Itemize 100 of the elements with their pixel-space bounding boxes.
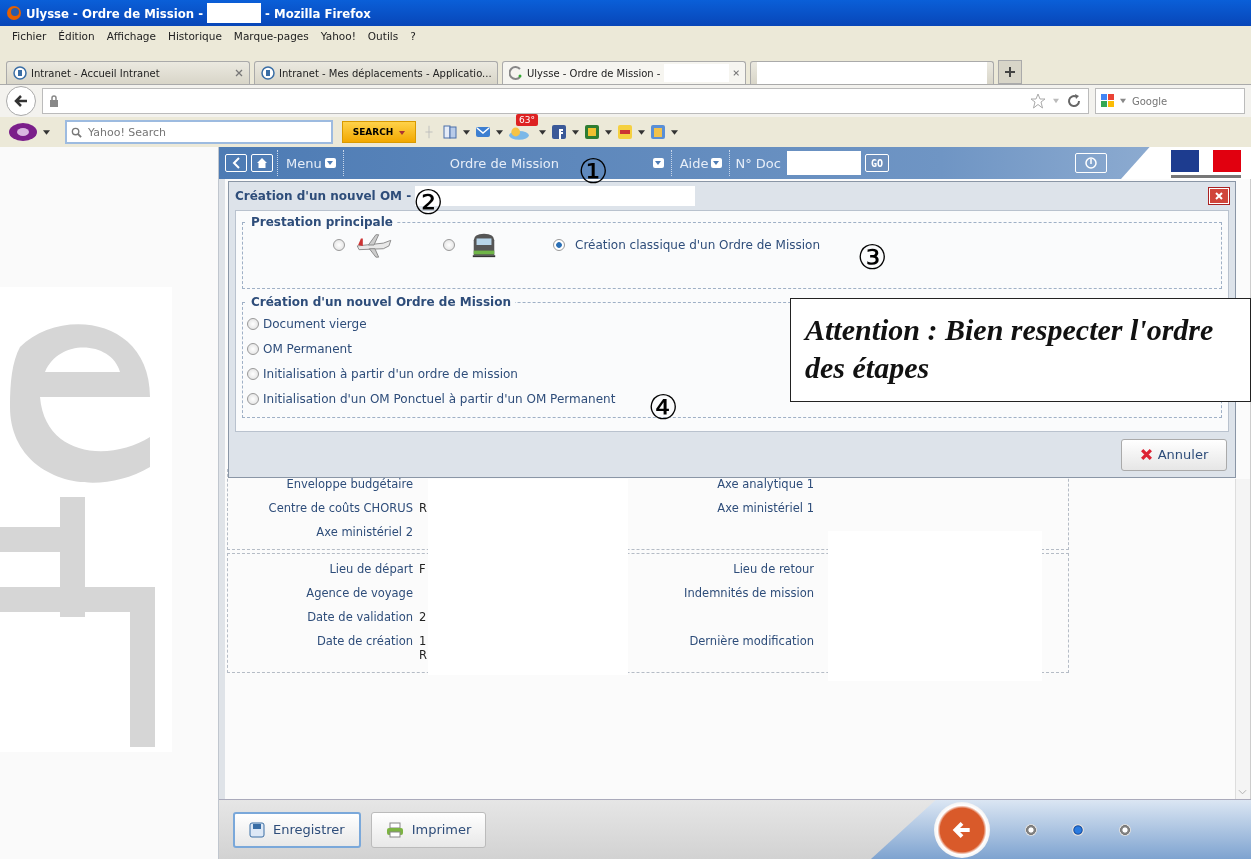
power-button[interactable] [1075, 153, 1107, 173]
power-icon [1085, 157, 1097, 169]
menu-item[interactable]: Yahoo! [314, 30, 362, 42]
new-tab-button[interactable] [998, 60, 1022, 84]
radio-button[interactable] [247, 342, 259, 355]
section-legend: Création d'un nouvel Ordre de Mission [247, 295, 515, 309]
book-icon[interactable] [442, 124, 458, 140]
globe-icon [261, 66, 275, 80]
window-title: Ulysse - Ordre de Mission - [26, 5, 204, 21]
print-button[interactable]: Imprimer [370, 811, 487, 848]
option-label[interactable]: Initialisation à partir d'un ordre de mission [263, 366, 518, 381]
dropdown-icon[interactable] [43, 129, 50, 135]
radio-button[interactable] [553, 239, 565, 251]
option-label[interactable]: Création classique d'un Ordre de Mission [575, 238, 820, 252]
close-icon[interactable] [732, 69, 739, 77]
yahoo-logo-icon[interactable] [8, 122, 38, 142]
field-label: Lieu de départ [328, 562, 413, 576]
dropdown-icon[interactable] [463, 129, 470, 135]
chevron-left-icon [231, 157, 241, 169]
radio-button[interactable] [443, 239, 455, 251]
back-arrow-icon [13, 93, 29, 109]
browser-logo-icon [6, 5, 22, 21]
radio-button[interactable] [247, 392, 259, 405]
printer-icon [385, 821, 404, 838]
section-legend: Prestation principale [247, 215, 397, 229]
option-label[interactable]: Initialisation d'un OM Ponctuel à partir d'un OM Permanent [263, 391, 616, 406]
home-icon [256, 157, 268, 169]
url-field[interactable] [42, 88, 1089, 114]
cross-icon [1139, 448, 1153, 461]
field-label: Centre de coûts CHORUS [267, 501, 413, 515]
temperature-badge: 63° [516, 114, 538, 126]
page-dot[interactable] [1119, 823, 1131, 836]
dropdown-icon[interactable] [572, 129, 579, 135]
loading-icon [509, 66, 523, 80]
doc-number-field[interactable] [786, 151, 861, 175]
menu-item[interactable]: Outils [361, 30, 405, 42]
page-dot[interactable] [1072, 823, 1084, 836]
dialog-title: Création d'un nouvel OM - [235, 189, 412, 203]
social-icon[interactable] [551, 124, 567, 140]
dropdown-icon[interactable] [671, 129, 678, 135]
field-label: Agence de voyage [305, 586, 413, 600]
search-field[interactable]: Yahoo! Search [65, 120, 333, 144]
page-dot[interactable] [1025, 823, 1037, 836]
airplane-icon [355, 231, 393, 259]
close-icon [1214, 191, 1224, 201]
field-label: Date de validation [306, 610, 413, 624]
search-field[interactable]: Google [1095, 88, 1245, 114]
search-icon [71, 126, 82, 138]
menu-item[interactable]: Historique [162, 30, 228, 42]
scrollbar[interactable] [1235, 479, 1250, 799]
callout-note: Attention : Bien respecter l'ordre des étapes [790, 298, 1251, 402]
cancel-button[interactable]: Annuler [1121, 438, 1227, 471]
menu-dropdown[interactable]: Menu [283, 155, 339, 171]
dropdown-icon[interactable] [539, 129, 546, 135]
field-value: R [419, 648, 427, 662]
field-value: 1 [419, 634, 427, 648]
browser-tab[interactable]: Ulysse - Ordre de Mission - [502, 61, 746, 84]
redacted-area [207, 3, 262, 23]
field-label: Axe ministériel 2 [315, 525, 413, 539]
save-button[interactable]: Enregistrer [233, 811, 361, 848]
doc-number-label: N° Doc [735, 155, 781, 171]
field-label: Dernière modification [689, 634, 814, 648]
menu-item[interactable]: Édition [52, 30, 101, 42]
star-icon[interactable] [1030, 93, 1046, 109]
option-label[interactable]: OM Permanent [263, 341, 352, 356]
dropdown-icon[interactable] [496, 129, 503, 135]
field-value: F [419, 562, 426, 576]
dropdown-icon[interactable] [638, 129, 645, 135]
step-marker: ④ [648, 390, 679, 424]
menu-item[interactable]: ? [404, 30, 422, 42]
mail-icon[interactable] [475, 124, 491, 140]
close-icon[interactable] [235, 69, 243, 77]
field-label: Enveloppe budgétaire [285, 477, 413, 491]
menu-item[interactable]: Marque-pages [227, 30, 315, 42]
search-engine-icon [1100, 93, 1116, 109]
radio-button[interactable] [247, 367, 259, 380]
home-button[interactable] [251, 154, 273, 172]
browser-tab[interactable]: Intranet - Accueil Intranet [6, 61, 250, 84]
field-value: R [419, 501, 427, 515]
option-label[interactable]: Document vierge [263, 316, 367, 331]
radio-button[interactable] [333, 239, 345, 251]
field-label: Axe ministériel 1 [717, 501, 814, 515]
close-button[interactable] [1209, 188, 1229, 204]
step-marker: ② [413, 185, 444, 219]
browser-tab[interactable]: Intranet - Mes déplacements - Applicatio... [254, 61, 498, 84]
dropdown-icon[interactable] [605, 129, 612, 135]
radio-button[interactable] [247, 317, 259, 330]
menu-item[interactable]: Fichier [6, 30, 53, 42]
lock-icon [49, 95, 59, 107]
globe-icon [13, 66, 27, 80]
window-title: - Mozilla Firefox [265, 5, 371, 21]
field-value: 2 [419, 610, 427, 624]
plus-icon [1005, 67, 1015, 77]
back-button[interactable] [6, 86, 36, 116]
field-label: Date de création [315, 634, 413, 650]
search-button[interactable]: SEARCH [342, 121, 416, 143]
menu-item[interactable]: Affichage [100, 30, 162, 42]
step-marker: ③ [857, 240, 888, 274]
field-label: Lieu de retour [733, 562, 814, 576]
reload-icon[interactable] [1066, 93, 1082, 109]
